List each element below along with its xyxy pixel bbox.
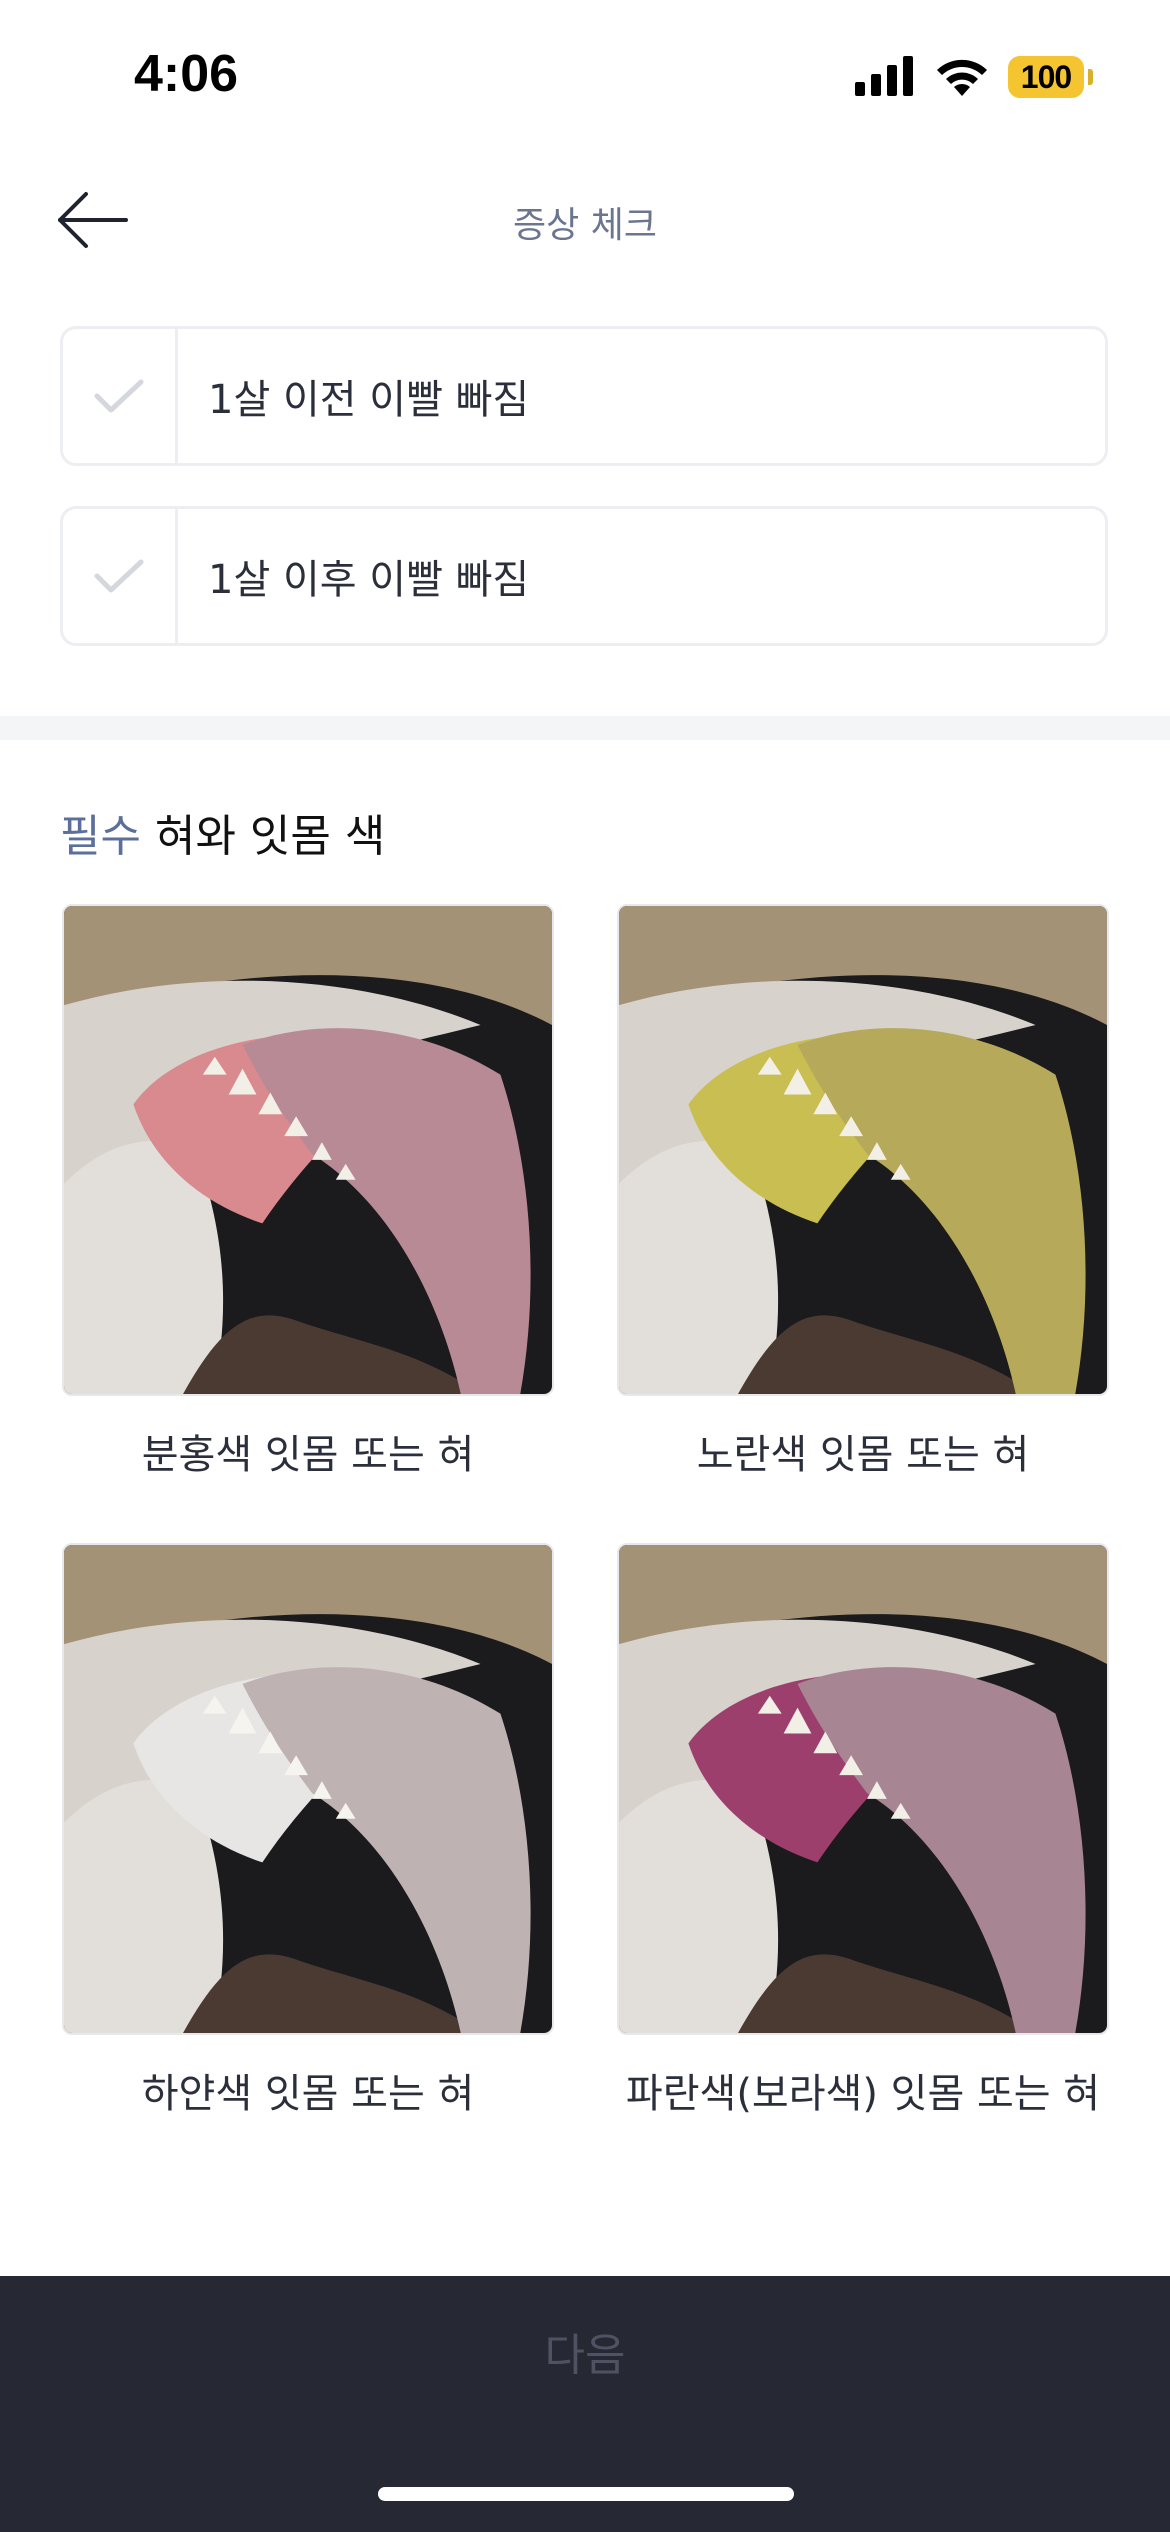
section-title: 혀와 잇몸 색 [154,811,386,862]
option-pink[interactable]: 분홍색 잇몸 또는 혀 [62,904,554,1488]
option-label: 파란색(보라색) 잇몸 또는 혀 [625,2071,1101,2117]
symptom-option-before-1yr[interactable]: 1살 이전 이빨 빠짐 [60,326,1108,466]
dog-mouth-illustration [619,906,1107,1394]
required-tag: 필수 [60,811,141,862]
symptom-label: 1살 이전 이빨 빠짐 [208,377,530,423]
dog-mouth-image [62,1543,554,2035]
battery-percent: 100 [1020,58,1072,95]
section-heading: 필수 혀와 잇몸 색 [60,800,385,864]
wifi-icon [937,59,987,96]
option-label: 노란색 잇몸 또는 혀 [696,1432,1030,1478]
status-bar: 4:06 100 [0,0,1170,150]
dog-mouth-image [62,904,554,1396]
dog-mouth-image [617,1543,1109,2035]
option-label: 하얀색 잇몸 또는 혀 [141,2071,475,2117]
battery-tip [1088,69,1093,85]
section-divider [0,716,1170,740]
option-white[interactable]: 하얀색 잇몸 또는 혀 [62,1543,554,2127]
option-label: 분홍색 잇몸 또는 혀 [141,1432,475,1478]
home-indicator[interactable] [378,2487,794,2501]
symptom-label: 1살 이후 이빨 빠짐 [208,557,530,603]
status-time: 4:06 [134,45,239,103]
check-icon [94,559,144,593]
dog-mouth-illustration [64,1545,552,2033]
battery-icon: 100 [1008,56,1093,98]
option-blue-purple[interactable]: 파란색(보라색) 잇몸 또는 혀 [617,1543,1109,2127]
dog-mouth-illustration [64,906,552,1394]
next-button[interactable]: 다음 [0,2276,1170,2426]
symptom-option-after-1yr[interactable]: 1살 이후 이빨 빠짐 [60,506,1108,646]
dog-mouth-image [617,904,1109,1396]
option-yellow[interactable]: 노란색 잇몸 또는 혀 [617,904,1109,1488]
cellular-signal-icon [855,56,913,96]
dog-mouth-illustration [619,1545,1107,2033]
symptom-checkbox[interactable] [63,509,178,643]
symptom-checkbox[interactable] [63,329,178,463]
page-title: 증상 체크 [513,205,657,246]
check-icon [94,379,144,413]
header: 증상 체크 [0,170,1170,270]
battery-level: 100 [1008,56,1084,98]
